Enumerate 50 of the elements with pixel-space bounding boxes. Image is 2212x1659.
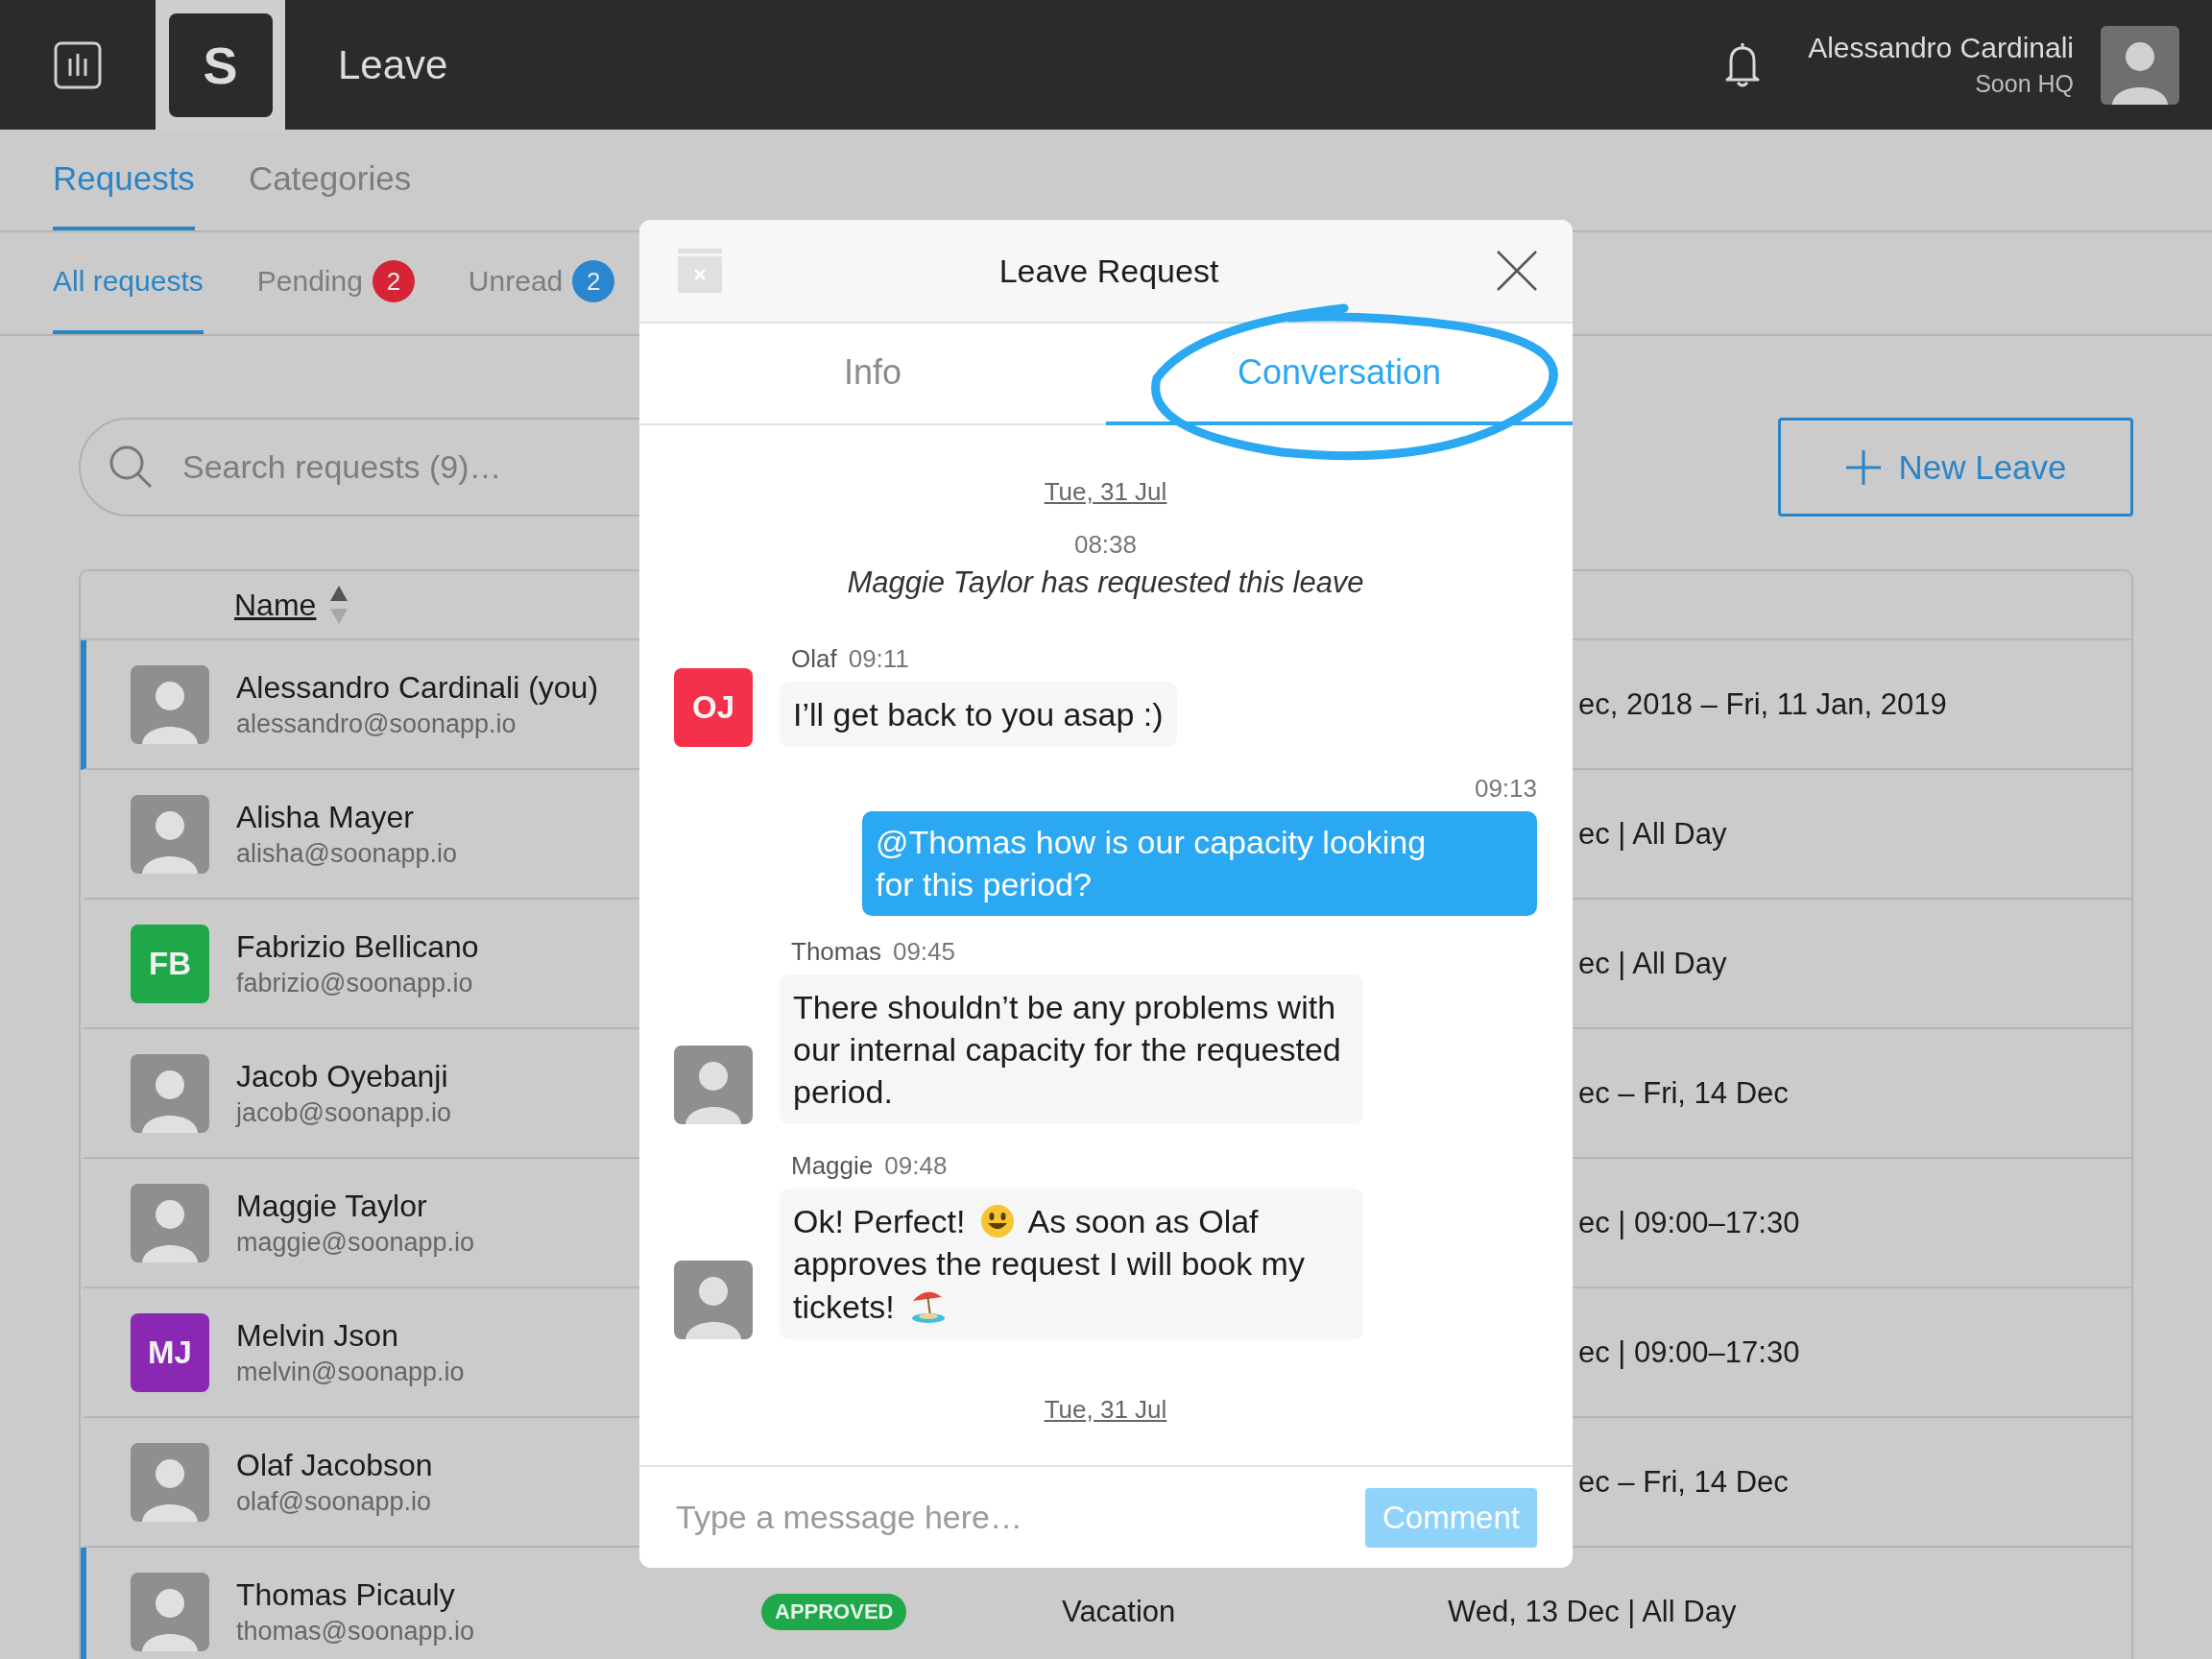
message-author: Thomas xyxy=(791,936,881,967)
employee-name: Thomas Picauly xyxy=(236,1576,456,1613)
message-time: 08:38 xyxy=(1073,530,1138,560)
count-badge: 2 xyxy=(572,260,615,302)
leave-dates: ec – Fri, 14 Dec xyxy=(1578,1464,1790,1500)
message-time: 09:13 xyxy=(1474,774,1537,805)
count-badge: 2 xyxy=(372,260,415,302)
employee-email: alisha@soonapp.io xyxy=(236,838,458,869)
leave-dates: ec | All Day xyxy=(1578,816,1728,852)
date-separator: Tue, 31 Jul xyxy=(1044,477,1167,507)
leave-dates: ec, 2018 – Fri, 11 Jan, 2019 xyxy=(1578,686,1948,722)
message-bubble: @Thomas how is our capacity looking for this period? xyxy=(862,811,1537,916)
leave-dates: ec | 09:00–17:30 xyxy=(1578,1205,1801,1240)
employee-email: maggie@soonapp.io xyxy=(236,1227,475,1258)
employee-name: Fabrizio Bellicano xyxy=(236,928,479,965)
leave-dates: ec | All Day xyxy=(1578,946,1728,981)
initials-avatar: MJ xyxy=(131,1312,209,1392)
leave-type: Vacation xyxy=(1062,1594,1177,1629)
filter-label: All requests xyxy=(53,265,204,298)
employee-email: fabrizio@soonapp.io xyxy=(236,968,474,998)
message-bubble: There shouldn’t be any problems with our internal capacity for the requested period. xyxy=(780,974,1363,1125)
date-separator: Tue, 31 Jul xyxy=(1044,1394,1167,1425)
message-time: 09:11 xyxy=(848,644,909,674)
filter-label: Pending xyxy=(256,265,363,298)
employee-email: olaf@soonapp.io xyxy=(236,1486,433,1517)
employee-email: jacob@soonapp.io xyxy=(236,1097,452,1128)
employee-name: Jacob Oyebanji xyxy=(236,1058,449,1094)
leave-dates: ec – Fri, 14 Dec xyxy=(1578,1075,1790,1111)
initials-avatar: OJ xyxy=(674,668,753,748)
organization-name: Soon HQ xyxy=(1975,70,2074,98)
system-message: Maggie Taylor has requested this leave xyxy=(847,565,1364,600)
message-bubble: Ok! Perfect! As soon as Olaf approves the request I will book my tickets! xyxy=(780,1189,1363,1339)
leave-dates: ec | 09:00–17:30 xyxy=(1578,1334,1801,1370)
initials-avatar: FB xyxy=(131,924,209,1003)
employee-name: Alessandro Cardinali (you) xyxy=(236,669,599,706)
employee-email: thomas@soonapp.io xyxy=(236,1616,475,1647)
message-time: 09:45 xyxy=(892,936,955,967)
employee-name: Melvin Json xyxy=(236,1317,399,1354)
dialog-title: Leave Request xyxy=(998,252,1219,290)
employee-email: alessandro@soonapp.io xyxy=(236,709,517,739)
status-badge: APPROVED xyxy=(761,1593,907,1630)
page-title: Leave xyxy=(338,41,449,88)
message-bubble: I’ll get back to you asap :) xyxy=(780,682,1177,748)
filter-label: Unread xyxy=(468,265,564,298)
employee-name: Alisha Mayer xyxy=(236,799,415,835)
leave-dates: Wed, 13 Dec | All Day xyxy=(1448,1594,1738,1629)
message-author: Olaf xyxy=(791,644,837,674)
employee-name: Maggie Taylor xyxy=(236,1188,428,1224)
employee-email: melvin@soonapp.io xyxy=(236,1357,465,1387)
employee-name: Olaf Jacobson xyxy=(236,1447,433,1483)
